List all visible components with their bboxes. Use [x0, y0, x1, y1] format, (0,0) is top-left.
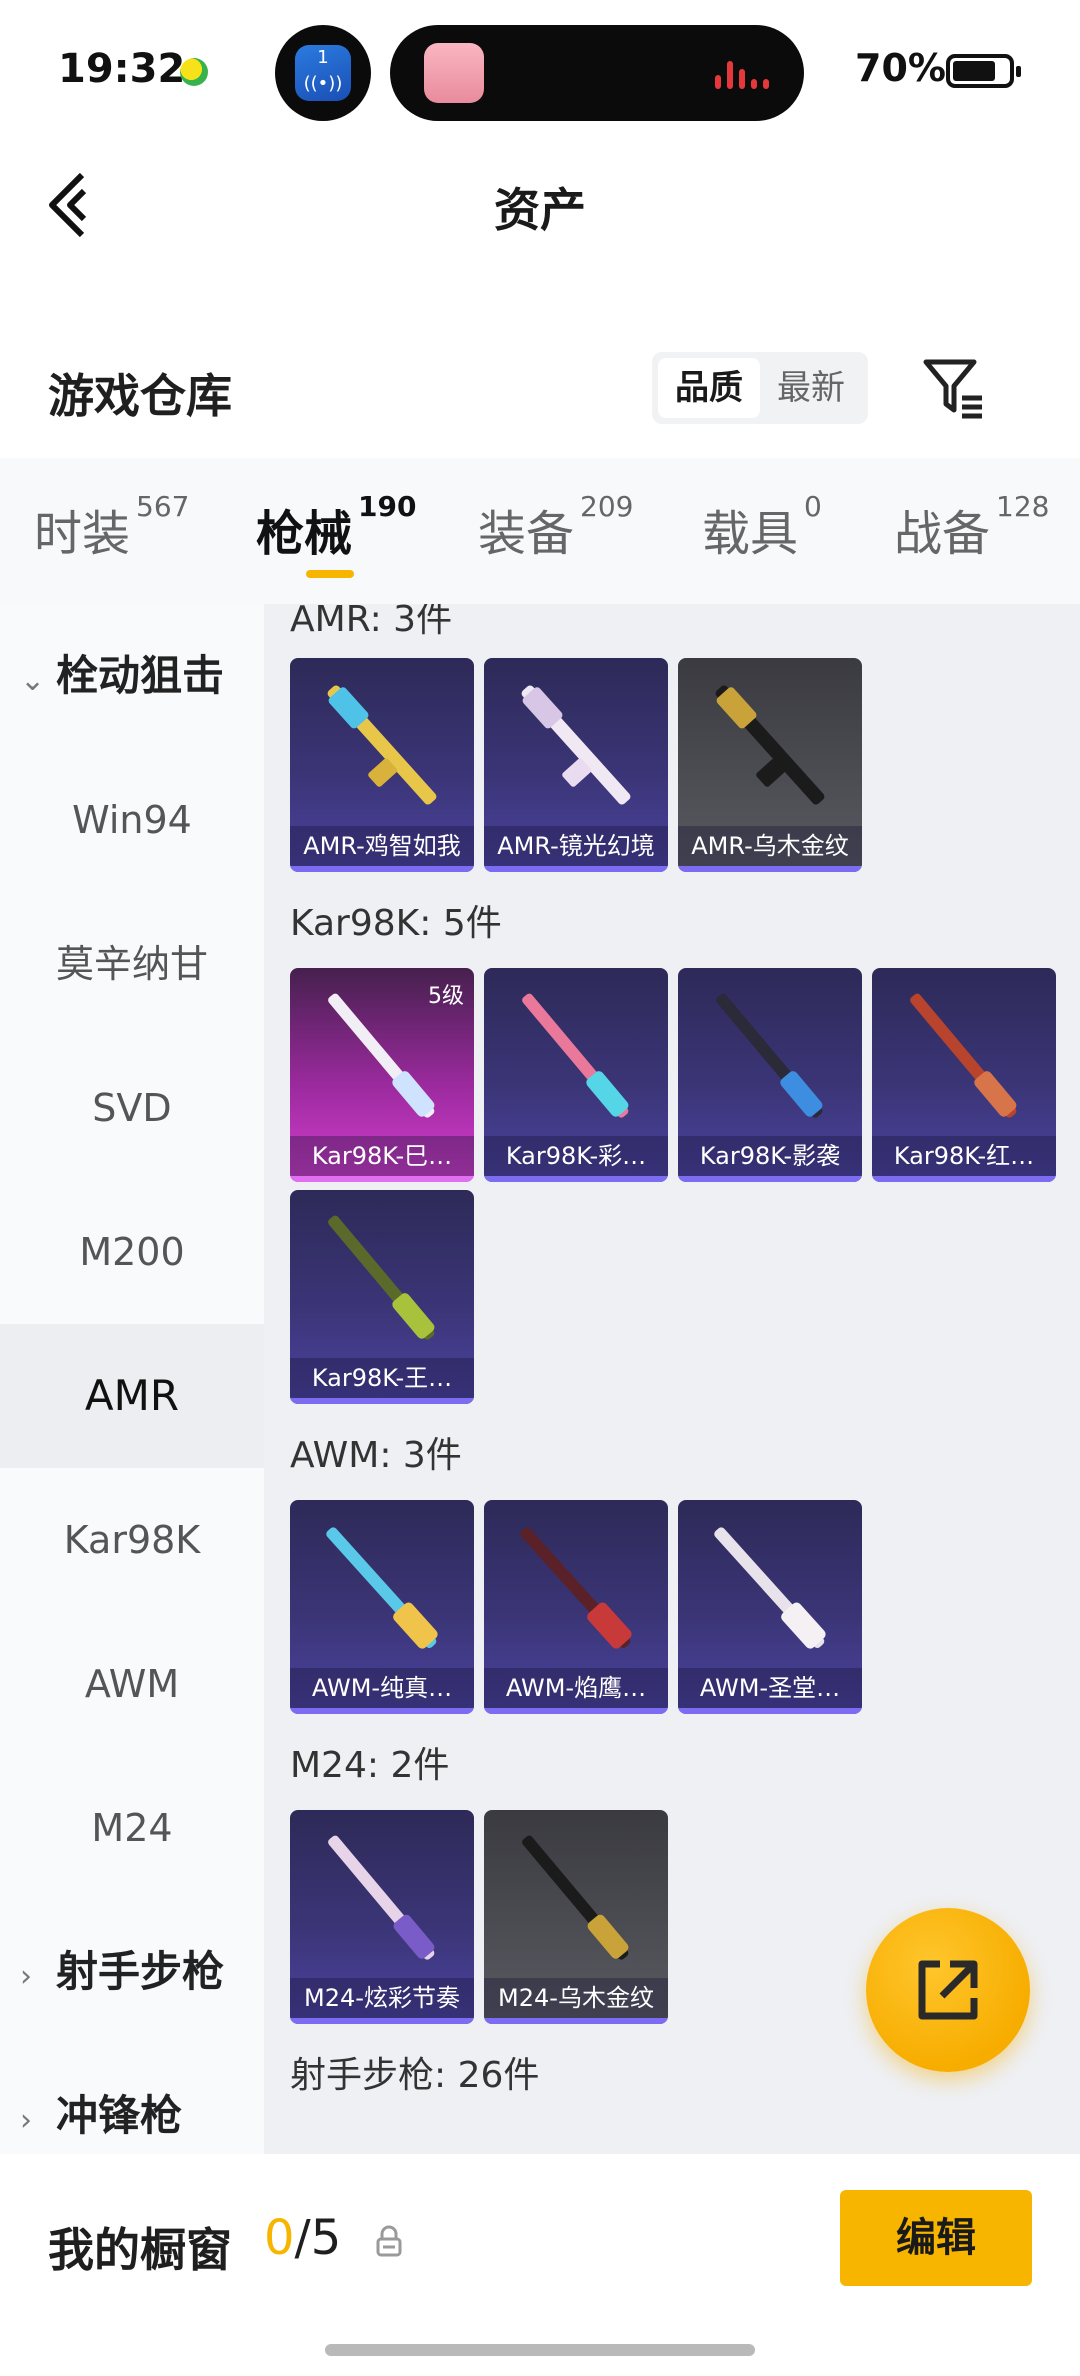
share-export-icon: [918, 1960, 978, 2020]
weapon-card-label: AMR-镜光幻境: [484, 826, 668, 866]
weapon-card-label: AWM-焰鹰…: [484, 1668, 668, 1708]
dynamic-island-media[interactable]: [390, 25, 804, 121]
share-button[interactable]: [866, 1908, 1030, 2072]
battery-percent: 70%: [855, 46, 946, 90]
sidebar-item-m24[interactable]: M24: [0, 1756, 264, 1900]
sidebar-item-mosin[interactable]: 莫辛纳甘: [0, 892, 264, 1036]
dynamic-island-left[interactable]: 1 ((•)): [275, 25, 371, 121]
sidebar-item-m200[interactable]: M200: [0, 1180, 264, 1324]
rifle-icon: [522, 993, 629, 1118]
rifle-icon: [714, 1527, 826, 1649]
weapon-card[interactable]: Kar98K-红…: [872, 968, 1056, 1182]
home-indicator[interactable]: [325, 2344, 755, 2356]
weapon-card-label: Kar98K-巳…: [290, 1136, 474, 1176]
rifle-icon: [326, 1527, 438, 1649]
tab-equipment[interactable]: 装备 209: [478, 490, 633, 564]
category-tabs: 时装 567 枪械 190 装备 209 载具 0 战备 128: [0, 458, 1080, 604]
section-title-awm: AWM: 3件: [290, 1435, 462, 1476]
weapon-card[interactable]: Kar98K-彩…: [484, 968, 668, 1182]
warehouse-title: 游戏仓库: [48, 369, 232, 423]
weapon-card[interactable]: AMR-镜光幻境: [484, 658, 668, 872]
active-tab-indicator: [306, 570, 354, 578]
weapon-category-sidebar[interactable]: ⌄ 栓动狙击 Win94 莫辛纳甘 SVD M200 AMR Kar98K AWM…: [0, 604, 264, 2154]
chevron-right-icon: ›: [20, 1959, 32, 1994]
notification-dot-icon: [180, 58, 208, 86]
section-title-amr: AMR: 3件: [290, 604, 453, 640]
weapon-card[interactable]: M24-乌木金纹: [484, 1810, 668, 2024]
sidebar-item-awm[interactable]: AWM: [0, 1612, 264, 1756]
rifle-icon: [522, 1835, 629, 1960]
rifle-icon: [520, 1527, 632, 1649]
rifle-icon: [328, 993, 435, 1118]
weapon-card[interactable]: AMR-鸡智如我: [290, 658, 474, 872]
lock-icon: [376, 2225, 402, 2257]
tab-supplies[interactable]: 战备 128: [894, 490, 1049, 564]
weapon-card[interactable]: Kar98K-影袭: [678, 968, 862, 1182]
page-title: 资产: [494, 183, 586, 237]
weapon-card-label: Kar98K-红…: [872, 1136, 1056, 1176]
audio-wave-icon: [715, 57, 775, 89]
chevron-right-icon: ›: [20, 2103, 32, 2138]
showcase-count: 0/5: [264, 2210, 342, 2266]
tab-firearms[interactable]: 枪械 190: [256, 490, 416, 564]
sort-latest-option[interactable]: 最新: [760, 358, 862, 418]
sidebar-item-amr[interactable]: AMR: [0, 1324, 264, 1468]
sidebar-item-kar98k[interactable]: Kar98K: [0, 1468, 264, 1612]
weapon-card-label: Kar98K-影袭: [678, 1136, 862, 1176]
rifle-icon: [910, 993, 1017, 1118]
chevron-down-icon: ⌄: [20, 663, 46, 698]
sidebar-group-bolt-action[interactable]: ⌄ 栓动狙击: [20, 604, 224, 748]
section-title-m24: M24: 2件: [290, 1745, 450, 1786]
weapon-card-label: AWM-纯真…: [290, 1668, 474, 1708]
section-title-kar98k: Kar98K: 5件: [290, 903, 502, 944]
section-title-marksman: 射手步枪: 26件: [290, 2055, 540, 2096]
weapon-card-label: AMR-乌木金纹: [678, 826, 862, 866]
weapon-card-label: M24-乌木金纹: [484, 1978, 668, 2018]
weapon-card-label: Kar98K-王…: [290, 1358, 474, 1398]
sidebar-item-win94[interactable]: Win94: [0, 748, 264, 892]
weapon-card[interactable]: AWM-圣堂…: [678, 1500, 862, 1714]
tab-fashion[interactable]: 时装 567: [34, 490, 189, 564]
weapon-card[interactable]: 5级 Kar98K-巳…: [290, 968, 474, 1182]
battery-icon: [946, 54, 1021, 88]
showcase-title: 我的橱窗: [48, 2223, 232, 2277]
status-bar: 19:32 1 ((•)) 70%: [0, 0, 1080, 140]
edit-button[interactable]: 编辑: [840, 2190, 1032, 2286]
weapon-card-label: Kar98K-彩…: [484, 1136, 668, 1176]
sort-toggle: 品质 最新: [652, 352, 868, 424]
sidebar-group-marksman[interactable]: › 射手步枪: [20, 1900, 224, 2044]
media-thumbnail: [424, 43, 484, 103]
weapon-card[interactable]: Kar98K-王…: [290, 1190, 474, 1404]
sidebar-item-svd[interactable]: SVD: [0, 1036, 264, 1180]
weapon-card-label: M24-炫彩节奏: [290, 1978, 474, 2018]
status-time: 19:32: [58, 46, 186, 92]
filter-icon: [923, 359, 982, 419]
rifle-icon: [328, 1835, 435, 1960]
rifle-icon: [521, 685, 631, 805]
weapon-card[interactable]: AWM-焰鹰…: [484, 1500, 668, 1714]
sort-quality-option[interactable]: 品质: [658, 358, 760, 418]
tab-vehicles[interactable]: 载具 0: [702, 490, 822, 564]
rifle-icon: [716, 993, 823, 1118]
rifle-icon: [327, 685, 437, 805]
weapon-card[interactable]: AWM-纯真…: [290, 1500, 474, 1714]
weapon-card[interactable]: AMR-乌木金纹: [678, 658, 862, 872]
weapon-card[interactable]: M24-炫彩节奏: [290, 1810, 474, 2024]
broadcast-app-icon: 1 ((•)): [295, 45, 351, 101]
showcase-bar: 我的橱窗 0/5 编辑: [0, 2154, 1080, 2376]
sidebar-group-smg[interactable]: › 冲锋枪: [20, 2044, 182, 2154]
rifle-icon: [715, 685, 825, 805]
weapon-card-label: AMR-鸡智如我: [290, 826, 474, 866]
rifle-icon: [328, 1215, 435, 1340]
weapon-card-label: AWM-圣堂…: [678, 1668, 862, 1708]
filter-button[interactable]: [918, 352, 990, 424]
